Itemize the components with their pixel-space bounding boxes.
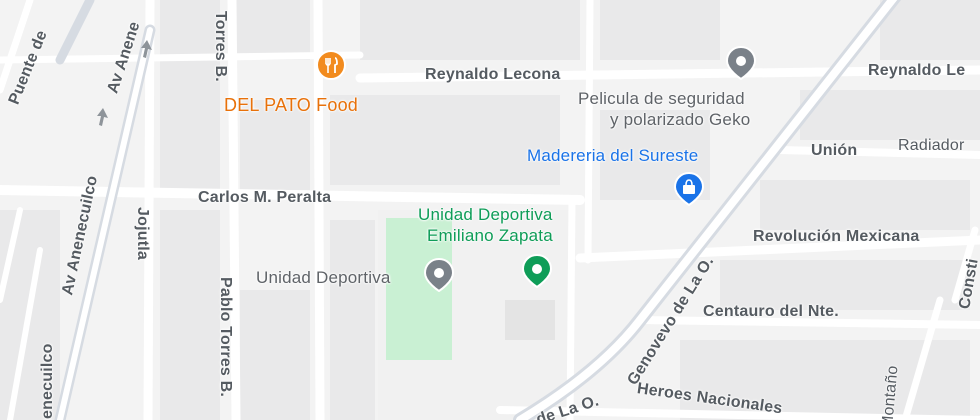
park-pin-icon: [522, 254, 552, 288]
place-pin-icon: [424, 258, 454, 292]
road-label-revolucion: Revolución Mexicana: [753, 228, 920, 245]
road-label-anenecuilco-bottom: nenecuilco: [39, 343, 56, 420]
road-label-centauro: Centauro del Nte.: [703, 303, 839, 320]
place-pin-icon: [726, 46, 756, 80]
unidad-zapata-label-line2[interactable]: Emiliano Zapata: [427, 226, 553, 246]
geko-marker[interactable]: [726, 46, 756, 80]
road-label-pablo-torres: Pablo Torres B.: [217, 277, 234, 398]
road-label-reynaldo-lecona-right: Reynaldo Le: [868, 62, 966, 79]
unidad-zapata-marker[interactable]: [522, 254, 552, 288]
del-pato-label[interactable]: DEL PATO Food: [224, 95, 358, 116]
unidad-zapata-label-line1[interactable]: Unidad Deportiva: [418, 205, 553, 225]
del-pato-marker[interactable]: [316, 50, 346, 84]
geko-label-line2[interactable]: y polarizado Geko: [610, 110, 750, 130]
madereria-marker[interactable]: [674, 172, 704, 206]
madereria-label[interactable]: Madereria del Sureste: [527, 146, 698, 166]
road-label-union: Unión: [811, 142, 858, 159]
shopping-bag-icon: [674, 172, 704, 206]
geko-label-line1[interactable]: Pelicula de seguridad: [578, 89, 745, 109]
restaurant-icon: [316, 50, 346, 80]
road-label-carlos-peralta: Carlos M. Peralta: [198, 189, 332, 206]
road-label-pablo-torres-top: Torres B.: [212, 11, 229, 82]
map-view[interactable]: Reynaldo Lecona Reynaldo Le Unión Radiad…: [0, 0, 980, 420]
road-label-jojutla: Jojutla: [134, 207, 151, 260]
road-label-radiador: Radiador: [898, 137, 965, 154]
unidad-deportiva-label[interactable]: Unidad Deportiva: [256, 268, 391, 288]
road-label-reynaldo-lecona: Reynaldo Lecona: [425, 66, 561, 83]
unidad-deportiva-marker[interactable]: [424, 258, 454, 292]
